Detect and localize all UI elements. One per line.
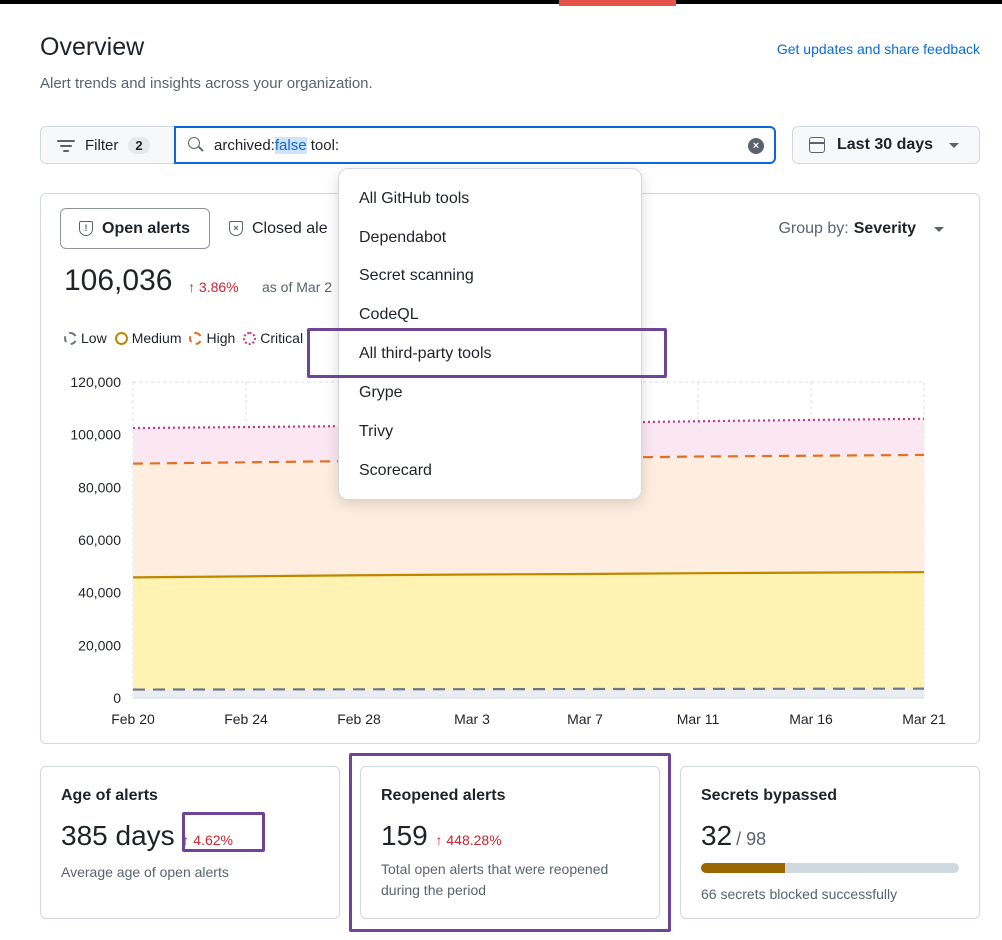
menu-item-secret-scanning[interactable]: Secret scanning [359,267,474,285]
tab-closed-alerts[interactable]: × Closed ale [211,208,351,249]
menu-item-dependabot[interactable]: Dependabot [359,229,446,247]
card-value: 32/ 98 [701,820,766,852]
area-low [133,688,924,698]
card-value: 159 ↑ 448.28% [381,820,502,852]
secrets-progress-bar [701,863,959,873]
x-tick-label: Mar 21 [902,711,946,727]
menu-item-codeql[interactable]: CodeQL [359,306,419,324]
legend-swatch-icon [114,331,128,345]
x-tick-label: Feb 24 [224,711,268,727]
y-tick-label: 40,000 [78,585,121,601]
card-description: 66 secrets blocked successfully [701,886,898,902]
card-value: 385 days ↑ 4.62% [61,820,233,852]
x-tick-label: Mar 3 [454,711,490,727]
legend-item-high[interactable]: High [189,330,235,346]
tab-open-alerts[interactable]: ! Open alerts [60,208,210,249]
secrets-total: / 98 [736,829,767,849]
card-age-of-alerts: Age of alerts 385 days ↑ 4.62% Average a… [40,766,340,919]
date-range-label: Last 30 days [837,136,934,153]
filter-button[interactable]: Filter 2 [40,126,174,164]
chevron-down-icon [934,226,944,232]
reopened-delta: ↑ 448.28% [435,832,502,848]
group-by-label: Group by: [778,220,849,237]
group-by-select[interactable]: Group by: Severity [778,220,944,238]
tab-open-alerts-label: Open alerts [102,219,191,237]
age-value: 385 days [61,820,175,851]
chevron-down-icon [949,142,960,148]
date-range-button[interactable]: Last 30 days [792,126,980,164]
card-title: Secrets bypassed [701,787,838,804]
y-tick-label: 120,000 [70,374,121,390]
menu-item-all-github-tools[interactable]: All GitHub tools [359,190,469,208]
y-tick-label: 60,000 [78,532,121,548]
tool-dropdown-menu: All GitHub tools Dependabot Secret scann… [338,168,642,500]
card-description: Average age of open alerts [61,864,229,880]
card-title: Age of alerts [61,787,158,804]
card-description-line-1: Total open alerts that were reopened [381,861,609,877]
area-medium [133,572,924,690]
x-tick-label: Mar 16 [789,711,833,727]
x-tick-label: Feb 20 [111,711,155,727]
secrets-progress-fill [701,863,786,873]
query-highlight: false [274,136,307,154]
y-tick-label: 20,000 [78,637,121,653]
total-delta: ↑ 3.86% [188,279,239,295]
page-title: Overview [40,33,145,61]
x-tick-label: Mar 7 [567,711,603,727]
filter-label: Filter [85,136,119,154]
y-tick-label: 100,000 [70,427,121,443]
clear-search-icon[interactable]: × [748,138,764,154]
legend-item-low[interactable]: Low [64,330,107,346]
legend-swatch-icon [64,331,77,345]
shield-x-icon: × [229,221,243,236]
legend-swatch-icon [243,331,257,345]
calendar-icon [809,137,825,153]
menu-item-scorecard[interactable]: Scorecard [359,462,432,480]
card-reopened-alerts: Reopened alerts 159 ↑ 448.28% Total open… [360,766,660,919]
menu-item-trivy[interactable]: Trivy [359,423,393,441]
search-icon [188,137,204,153]
chart-legend: Low Medium High Critical [64,330,311,346]
filter-count-badge: 2 [128,136,150,154]
legend-label: Low [81,330,107,346]
reopened-value: 159 [381,820,428,851]
query-text: archived:false tool: [214,136,340,154]
total-open-alerts: 106,036 [64,264,173,297]
legend-label: Critical [260,330,304,346]
query-suffix: tool: [306,136,340,154]
legend-label: High [206,330,236,346]
search-input[interactable]: archived:false tool: × [174,126,776,164]
group-by-value: Severity [853,220,916,237]
legend-item-medium[interactable]: Medium [114,330,182,346]
x-tick-label: Mar 11 [677,711,720,727]
card-title: Reopened alerts [381,787,506,804]
secrets-bypassed-value: 32 [701,820,733,851]
filter-icon [57,138,75,152]
card-description-line-2: during the period [381,882,487,898]
legend-item-critical[interactable]: Critical [243,330,303,346]
card-secrets-bypassed: Secrets bypassed 32/ 98 66 secrets block… [680,766,980,919]
as-of-date: as of Mar 2 [262,279,333,295]
legend-label: Medium [131,330,182,346]
menu-item-all-third-party-tools[interactable]: All third-party tools [359,345,492,363]
page-subtitle: Alert trends and insights across your or… [40,75,373,92]
tab-closed-alerts-label: Closed ale [252,219,328,237]
top-border [0,0,1002,4]
x-tick-label: Feb 28 [337,711,381,727]
query-prefix: archived: [214,136,275,154]
legend-swatch-icon [189,331,203,345]
y-tick-label: 0 [113,690,121,706]
age-delta: ↑ 4.62% [182,832,234,848]
menu-item-grype[interactable]: Grype [359,384,403,402]
feedback-link[interactable]: Get updates and share feedback [777,41,980,57]
shield-alert-icon: ! [79,221,93,236]
y-tick-label: 80,000 [78,479,121,495]
active-nav-indicator [559,0,676,6]
